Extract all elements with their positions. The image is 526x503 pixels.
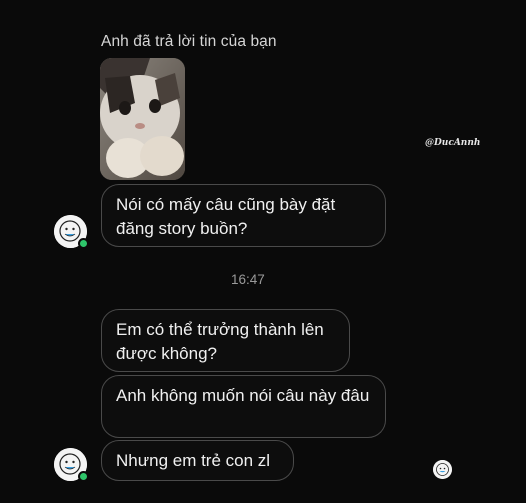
- watermark: @DucAnnh: [425, 138, 481, 148]
- cat-photo-icon: [100, 58, 185, 180]
- sender-avatar[interactable]: [54, 215, 89, 249]
- message-2[interactable]: Anh không muốn nói câu này đâu: [101, 375, 386, 438]
- story-thumbnail[interactable]: [100, 58, 185, 180]
- story-reply-header: Anh đã trả lời tin của bạn: [101, 33, 277, 50]
- message-1[interactable]: Em có thể trưởng thành lên được không?: [101, 309, 350, 372]
- sender-avatar[interactable]: [54, 448, 89, 482]
- online-status-icon: [78, 471, 89, 482]
- online-status-icon: [78, 238, 89, 249]
- seen-avatar-icon: [433, 460, 452, 479]
- timestamp: 16:47: [231, 272, 265, 287]
- message-3[interactable]: Nhưng em trẻ con zl: [101, 440, 294, 481]
- story-reply-message[interactable]: Nói có mấy câu cũng bày đặt đăng story b…: [101, 184, 386, 247]
- chat-screen: Anh đã trả lời tin của bạn @DucAnnh Nói …: [0, 0, 526, 503]
